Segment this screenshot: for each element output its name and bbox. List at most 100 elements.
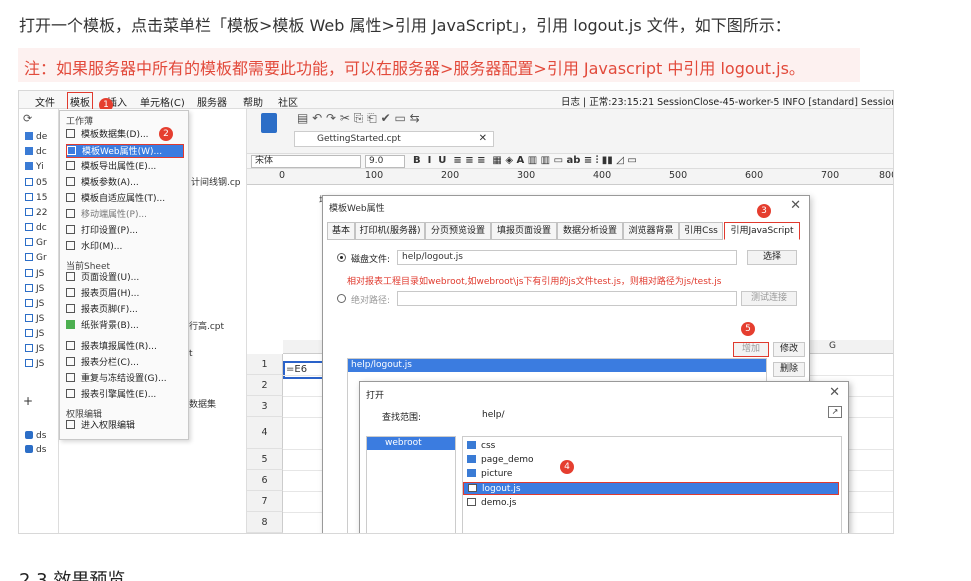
new-folder-icon[interactable]: ↗ bbox=[828, 406, 842, 418]
menu-item-footer[interactable]: 报表页脚(F)... bbox=[66, 303, 184, 317]
menu-item-engine[interactable]: 报表引擎属性(E)... bbox=[66, 388, 184, 402]
tree-item[interactable]: JS bbox=[25, 284, 44, 294]
row-header[interactable]: 8 bbox=[247, 512, 283, 533]
font-select[interactable]: 宋体 bbox=[251, 155, 361, 168]
refresh-icon[interactable]: ⟳ bbox=[23, 112, 32, 125]
menu-item-watermark[interactable]: 水印(M)... bbox=[66, 240, 184, 254]
file-icon bbox=[25, 193, 33, 201]
dialog-title: 模板Web属性 bbox=[329, 204, 385, 214]
menu-item-export-attr[interactable]: 模板导出属性(E)... bbox=[66, 160, 184, 174]
file-item[interactable]: css bbox=[467, 440, 495, 453]
row-header[interactable]: 3 bbox=[247, 396, 283, 417]
tree-item[interactable]: Gr bbox=[25, 253, 47, 263]
tab-basic[interactable]: 基本 bbox=[327, 222, 355, 240]
tree-item[interactable]: dc bbox=[25, 223, 47, 233]
menu-item-permission[interactable]: 进入权限编辑 bbox=[66, 419, 184, 433]
test-button[interactable]: 测试连接 bbox=[741, 291, 797, 306]
file-item-selected[interactable]: logout.js bbox=[463, 482, 839, 495]
lookin-item[interactable]: webroot bbox=[367, 437, 455, 450]
file-tab[interactable]: GettingStarted.cpt ✕ bbox=[294, 131, 494, 147]
tab-page-preview[interactable]: 分页预览设置 bbox=[425, 222, 491, 240]
tree-item[interactable]: 05 bbox=[25, 178, 47, 188]
file-icon bbox=[25, 314, 33, 322]
tab-data-analysis[interactable]: 数据分析设置 bbox=[557, 222, 623, 240]
tree-item[interactable]: Gr bbox=[25, 238, 47, 248]
menu-community[interactable]: 社区 bbox=[278, 94, 298, 109]
tree-item[interactable]: JS bbox=[25, 269, 44, 279]
file-icon bbox=[25, 178, 33, 186]
file-icon bbox=[25, 269, 33, 277]
tab-printer[interactable]: 打印机(服务器) bbox=[355, 222, 425, 240]
tree-item[interactable]: dc bbox=[25, 147, 47, 157]
menu-item-paper-bg[interactable]: 纸张背景(B)... bbox=[66, 319, 184, 333]
menu-help[interactable]: 帮助 bbox=[243, 94, 263, 109]
ruler-tick: 500 bbox=[669, 170, 688, 181]
tree-item[interactable]: JS bbox=[25, 329, 44, 339]
menu-item-fill-attr[interactable]: 报表填报属性(R)... bbox=[66, 340, 184, 354]
delete-button[interactable]: 删除 bbox=[773, 362, 805, 377]
menu-item-adaptive[interactable]: 模板自适应属性(T)... bbox=[66, 192, 184, 206]
tab-browser-bg[interactable]: 浏览器背景 bbox=[623, 222, 679, 240]
folder-icon bbox=[467, 469, 476, 477]
tree-item[interactable]: 22 bbox=[25, 208, 47, 218]
row-header[interactable]: 7 bbox=[247, 491, 283, 512]
tree-item[interactable]: JS bbox=[25, 344, 44, 354]
file-icon bbox=[25, 359, 33, 367]
toolbar-icons[interactable]: ▤ ↶ ↷ ✂ ⎘ ⎗ ✔ ▭ ⇆ bbox=[297, 111, 420, 126]
current-path: help/ bbox=[482, 410, 505, 420]
tree-item[interactable]: JS bbox=[25, 314, 44, 324]
tree-item[interactable]: JS bbox=[25, 359, 44, 369]
edit-button[interactable]: 修改 bbox=[773, 342, 805, 357]
tree-item[interactable]: Yi bbox=[25, 162, 44, 172]
menu-cell[interactable]: 单元格(C) bbox=[140, 94, 185, 109]
tab-fill-page[interactable]: 填报页面设置 bbox=[491, 222, 557, 240]
dataset-item[interactable]: ds bbox=[25, 445, 46, 455]
close-icon[interactable]: ✕ bbox=[829, 385, 840, 400]
dataset-item[interactable]: ds bbox=[25, 431, 46, 441]
tree-item[interactable]: 15 bbox=[25, 193, 47, 203]
menu-item-page-setup[interactable]: 页面设置(U)... bbox=[66, 271, 184, 285]
abs-radio[interactable] bbox=[337, 294, 346, 303]
tree-item[interactable]: JS bbox=[25, 299, 44, 309]
menu-item-mobile[interactable]: 移动端属性(P)... bbox=[66, 208, 184, 222]
size-select[interactable]: 9.0 bbox=[365, 155, 405, 168]
menu-file[interactable]: 文件 bbox=[35, 94, 55, 109]
file-item[interactable]: demo.js bbox=[467, 497, 516, 510]
fill-icon bbox=[66, 341, 75, 350]
file-item[interactable]: picture bbox=[467, 468, 512, 481]
log-status: 日志 | 正常:23:15:21 SessionClose-45-worker-… bbox=[561, 97, 894, 108]
row-header[interactable]: 9 bbox=[247, 533, 283, 534]
abs-path-input[interactable] bbox=[397, 291, 737, 306]
menu-server[interactable]: 服务器 bbox=[197, 94, 227, 109]
add-button[interactable]: 增加 bbox=[733, 342, 769, 357]
menu-item-freeze[interactable]: 重复与冻结设置(G)... bbox=[66, 372, 184, 386]
row-header[interactable]: 4 bbox=[247, 417, 283, 449]
ruler-tick: 400 bbox=[593, 170, 612, 181]
menu-item-columns[interactable]: 报表分栏(C)... bbox=[66, 356, 184, 370]
row-header[interactable]: 6 bbox=[247, 470, 283, 491]
browse-button[interactable]: 选择 bbox=[747, 250, 797, 265]
js-list-item[interactable]: help/logout.js bbox=[348, 359, 766, 372]
menu-item-header[interactable]: 报表页眉(H)... bbox=[66, 287, 184, 301]
close-icon[interactable]: ✕ bbox=[790, 198, 801, 213]
disk-radio[interactable] bbox=[337, 253, 346, 262]
menu-item-print[interactable]: 打印设置(P)... bbox=[66, 224, 184, 238]
template-icon[interactable] bbox=[261, 113, 277, 133]
mobile-icon bbox=[66, 209, 75, 218]
lookin-list[interactable]: webroot bbox=[366, 436, 456, 533]
row-header[interactable]: 1 bbox=[247, 354, 283, 375]
file-item[interactable]: page_demo bbox=[467, 454, 534, 467]
tab-css[interactable]: 引用Css bbox=[679, 222, 723, 240]
row-header[interactable]: 2 bbox=[247, 375, 283, 396]
tab-javascript[interactable]: 引用JavaScript bbox=[724, 222, 800, 240]
menu-section-workbook: 工作薄 bbox=[66, 117, 94, 127]
menu-item-web-attr[interactable]: 模板Web属性(W)... bbox=[66, 144, 184, 158]
disk-path-input[interactable]: help/logout.js bbox=[397, 250, 737, 265]
tree-item[interactable]: de bbox=[25, 132, 47, 142]
file-list[interactable]: css page_demo picture logout.js demo.js bbox=[462, 436, 842, 533]
menu-item-params[interactable]: 模板参数(A)... bbox=[66, 176, 184, 190]
close-icon[interactable]: ✕ bbox=[479, 132, 487, 146]
row-header[interactable]: 5 bbox=[247, 449, 283, 470]
add-icon[interactable]: + bbox=[23, 394, 33, 408]
format-icons[interactable]: B I U ≡ ≡ ≡ ▦ ◈ A ▥ ▥ ▭ ab ≡ ⫶ ▮▮ ◿ ▭ bbox=[413, 155, 637, 166]
